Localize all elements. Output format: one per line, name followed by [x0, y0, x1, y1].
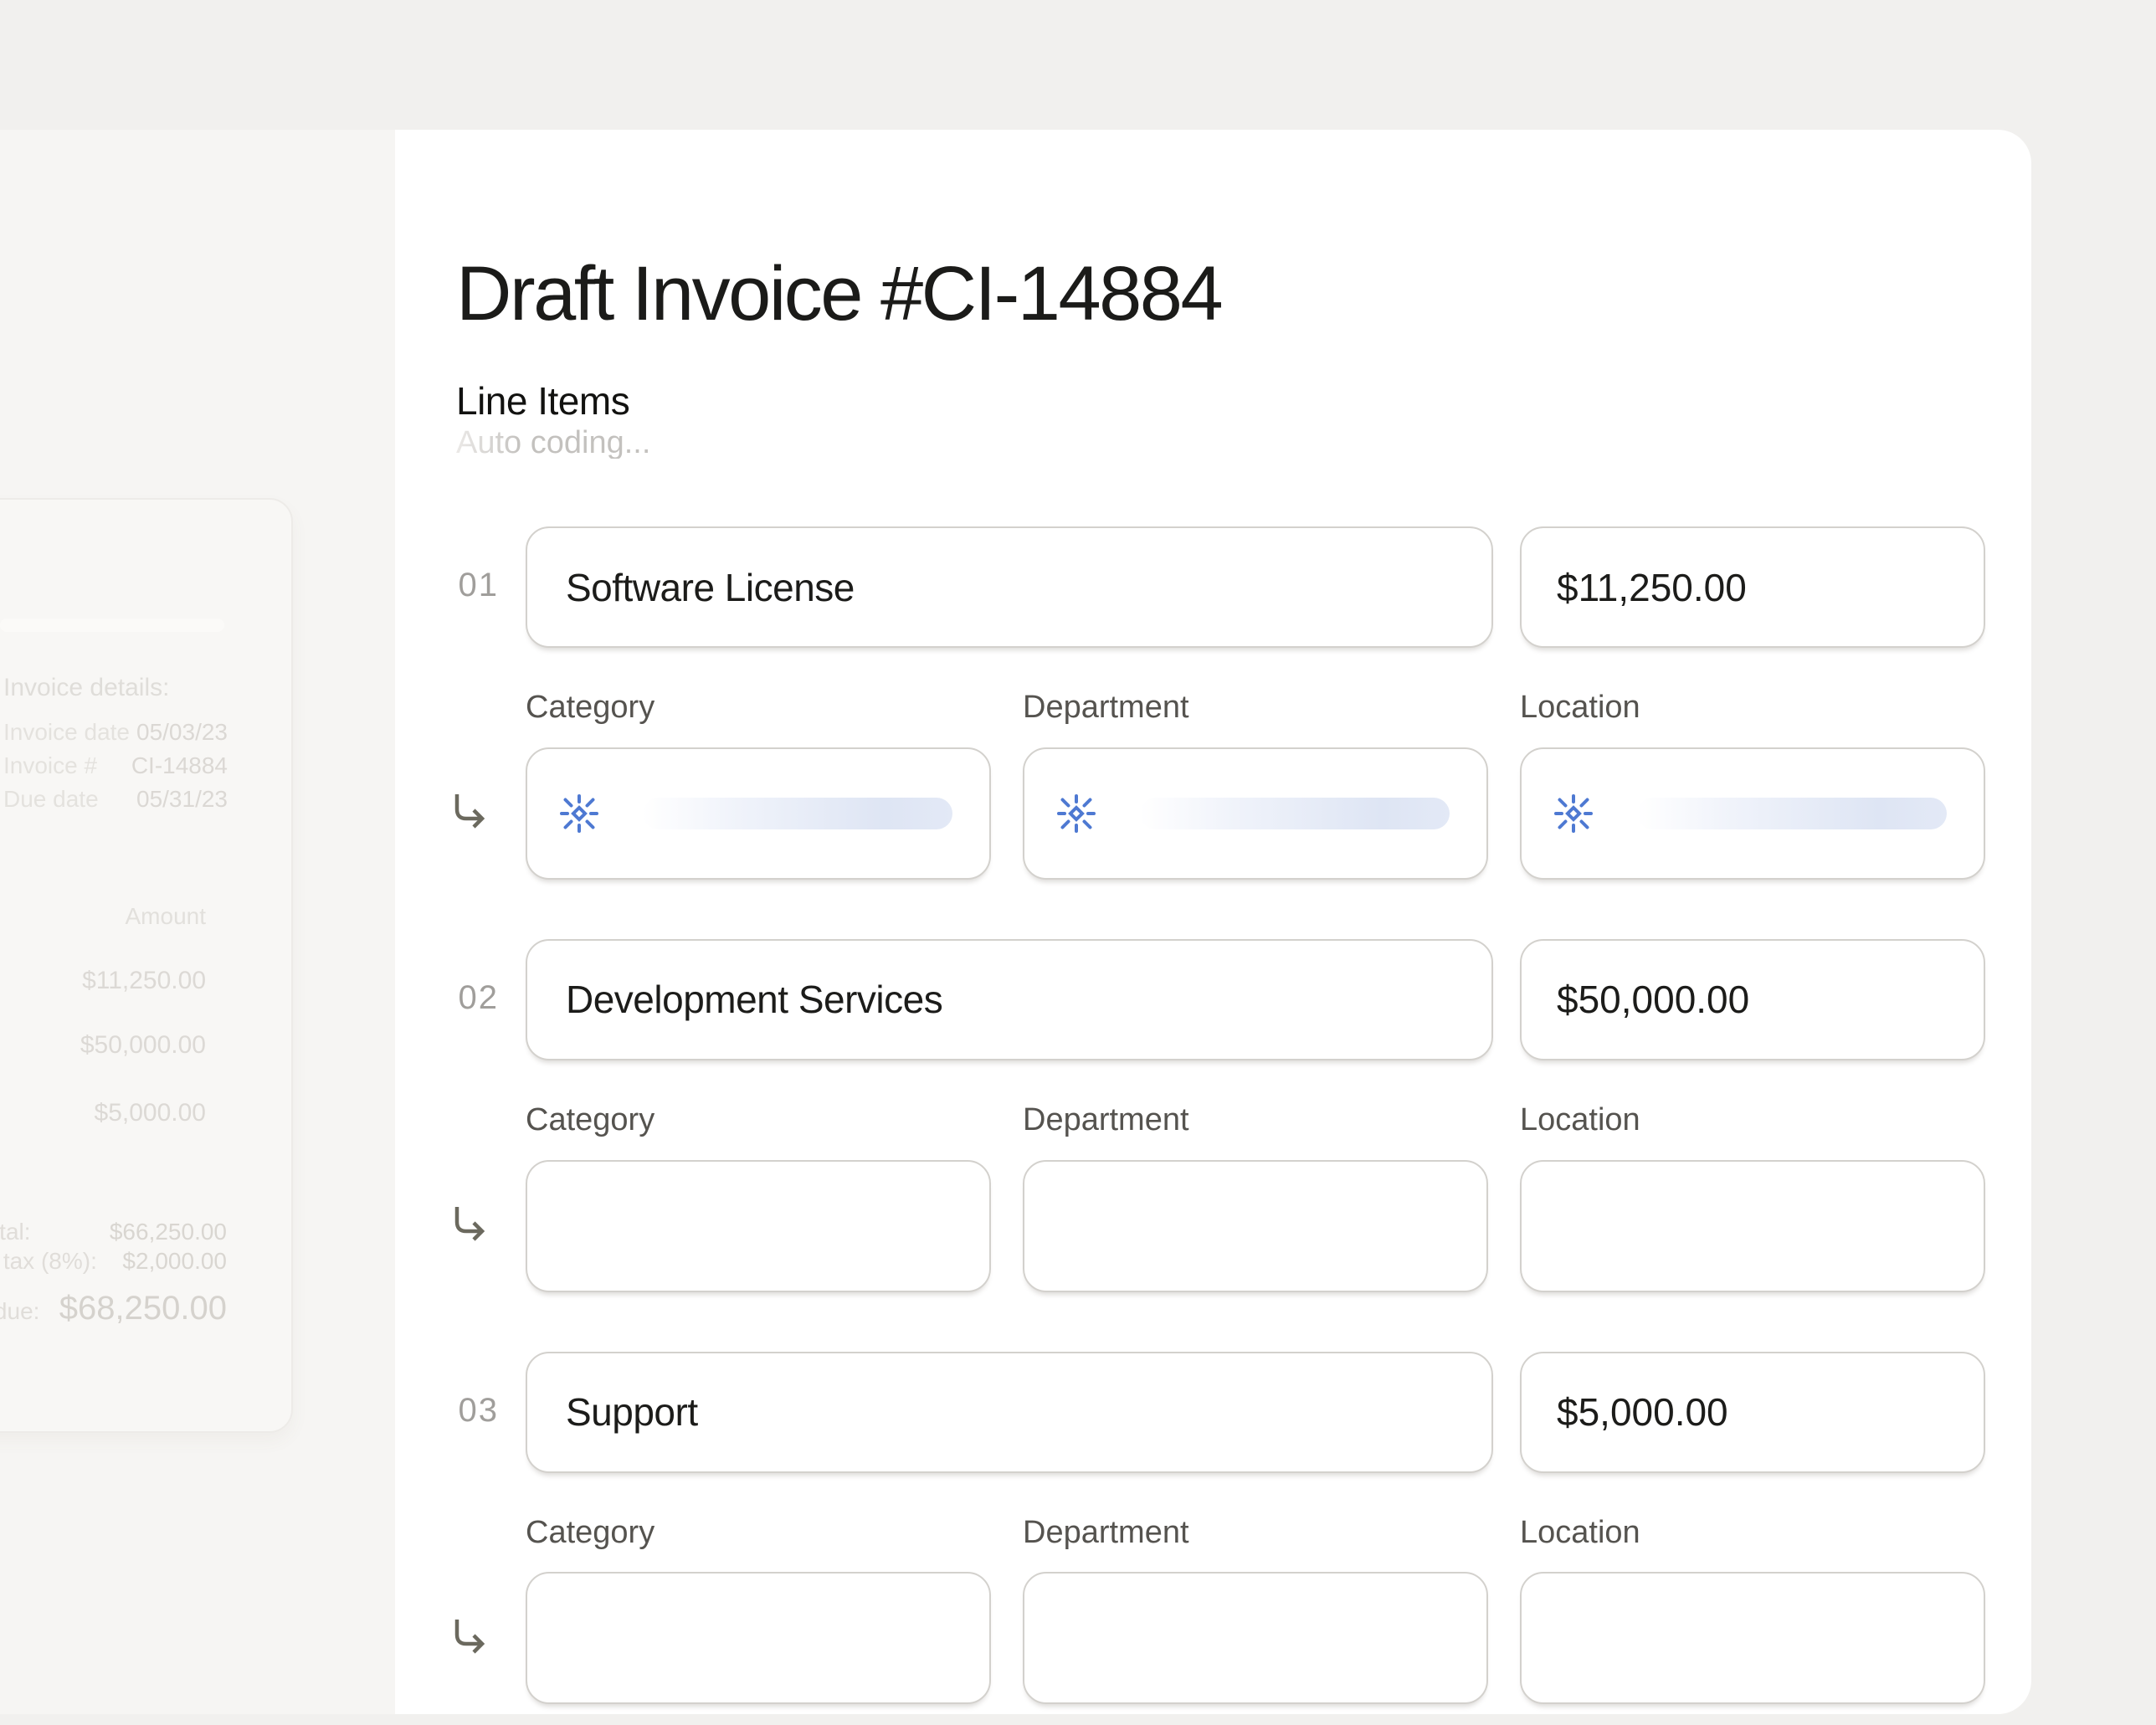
preview-total-due-value: $68,250.00: [59, 1290, 227, 1327]
line-item-main: Support $5,000.00: [526, 1352, 1985, 1473]
item-amount-input[interactable]: $11,250.00: [1520, 526, 1985, 648]
category-input[interactable]: [526, 747, 991, 880]
preview-subtotal-value: $66,250.00: [110, 1219, 227, 1245]
category-label: Category: [526, 1103, 991, 1138]
sparkle-icon: [1056, 793, 1096, 834]
line-item-row-2: 02 Development Services $50,000.00 Categ…: [526, 939, 1985, 1292]
item-name-input[interactable]: Software License: [526, 526, 1493, 648]
preview-sales-tax-label: Sales tax (8%):: [0, 1248, 97, 1275]
preview-amount-1: $11,250.00: [82, 967, 206, 995]
page-title: Draft Invoice #CI-14884: [456, 255, 1221, 332]
coding-inputs: [526, 747, 1985, 880]
location-label: Location: [1520, 1103, 1985, 1138]
category-input[interactable]: [526, 1572, 991, 1704]
item-name-input[interactable]: Support: [526, 1352, 1493, 1473]
location-input[interactable]: [1520, 747, 1985, 880]
line-item-number: 01: [444, 568, 499, 602]
location-input[interactable]: [1520, 1160, 1985, 1292]
line-item-number: 03: [444, 1394, 499, 1427]
preview-invoice-number-row: Invoice # CI-14884: [3, 752, 228, 779]
line-item-main: Software License $11,250.00: [526, 526, 1985, 648]
preview-amount-column-header: Amount: [126, 903, 207, 930]
preview-amount-3: $5,000.00: [95, 1099, 206, 1127]
preview-invoice-date-value: 05/03/23: [136, 719, 228, 746]
line-items-list: 01 Software License $11,250.00 Category …: [526, 526, 1985, 1725]
line-item-row-3: 03 Support $5,000.00 Category Department…: [526, 1352, 1985, 1705]
coding-field-labels: Category Department Location: [526, 1516, 1985, 1551]
preview-due-date-row: Due date 05/31/23: [3, 786, 228, 813]
preview-sales-tax-value: $2,000.00: [122, 1248, 227, 1275]
category-label: Category: [526, 691, 991, 726]
category-input[interactable]: [526, 1160, 991, 1292]
preview-invoice-number-value: CI-14884: [131, 752, 228, 779]
department-input[interactable]: [1023, 1160, 1488, 1292]
preview-placeholder-bar: [0, 619, 224, 632]
preview-sales-tax-row: Sales tax (8%): $2,000.00: [0, 1248, 227, 1275]
preview-amount-2: $50,000.00: [80, 1031, 206, 1060]
location-input[interactable]: [1520, 1572, 1985, 1704]
loading-shimmer-bar: [1140, 798, 1450, 829]
preview-invoice-number-label: Invoice #: [3, 752, 97, 779]
coding-field-labels: Category Department Location: [526, 1103, 1985, 1138]
coding-field-labels: Category Department Location: [526, 691, 1985, 726]
sub-row-arrow-icon: [449, 1204, 490, 1246]
loading-shimmer-bar: [643, 798, 952, 829]
invoice-preview-panel: Invoice details: Invoice date 05/03/23 I…: [0, 498, 293, 1433]
line-item-number: 02: [444, 981, 499, 1014]
department-label: Department: [1023, 1516, 1488, 1551]
sparkle-icon: [1553, 793, 1594, 834]
preview-subtotal-label: Subtotal:: [0, 1219, 31, 1245]
location-label: Location: [1520, 691, 1985, 726]
department-input[interactable]: [1023, 747, 1488, 880]
coding-inputs: [526, 1160, 1985, 1292]
preview-total-due-label: Total due:: [0, 1298, 39, 1325]
preview-invoice-date-label: Invoice date: [3, 719, 130, 746]
draft-invoice-screen: Invoice details: Invoice date 05/03/23 I…: [0, 0, 2156, 1725]
item-name-input[interactable]: Development Services: [526, 939, 1493, 1060]
auto-coding-status: Auto coding...: [456, 427, 650, 459]
item-amount-input[interactable]: $5,000.00: [1520, 1352, 1985, 1473]
sparkle-icon: [559, 793, 599, 834]
department-input[interactable]: [1023, 1572, 1488, 1704]
department-label: Department: [1023, 691, 1488, 726]
line-items-heading: Line Items: [456, 382, 629, 420]
department-label: Department: [1023, 1103, 1488, 1138]
category-label: Category: [526, 1516, 991, 1551]
preview-subtotal-row: Subtotal: $66,250.00: [0, 1219, 227, 1245]
location-label: Location: [1520, 1516, 1985, 1551]
line-item-row-1: 01 Software License $11,250.00 Category …: [526, 526, 1985, 880]
preview-invoice-date-row: Invoice date 05/03/23: [3, 719, 228, 746]
invoice-editor-card: Draft Invoice #CI-14884 Line Items Auto …: [395, 130, 2031, 1714]
preview-due-date-value: 05/31/23: [136, 786, 228, 813]
line-item-main: Development Services $50,000.00: [526, 939, 1985, 1060]
item-amount-input[interactable]: $50,000.00: [1520, 939, 1985, 1060]
loading-shimmer-bar: [1637, 798, 1947, 829]
sub-row-arrow-icon: [449, 1617, 490, 1659]
preview-due-date-label: Due date: [3, 786, 99, 813]
preview-total-due-row: Total due: $68,250.00: [0, 1290, 227, 1327]
preview-details-heading: Invoice details:: [3, 674, 169, 702]
sub-row-arrow-icon: [449, 792, 490, 834]
coding-inputs: [526, 1572, 1985, 1704]
